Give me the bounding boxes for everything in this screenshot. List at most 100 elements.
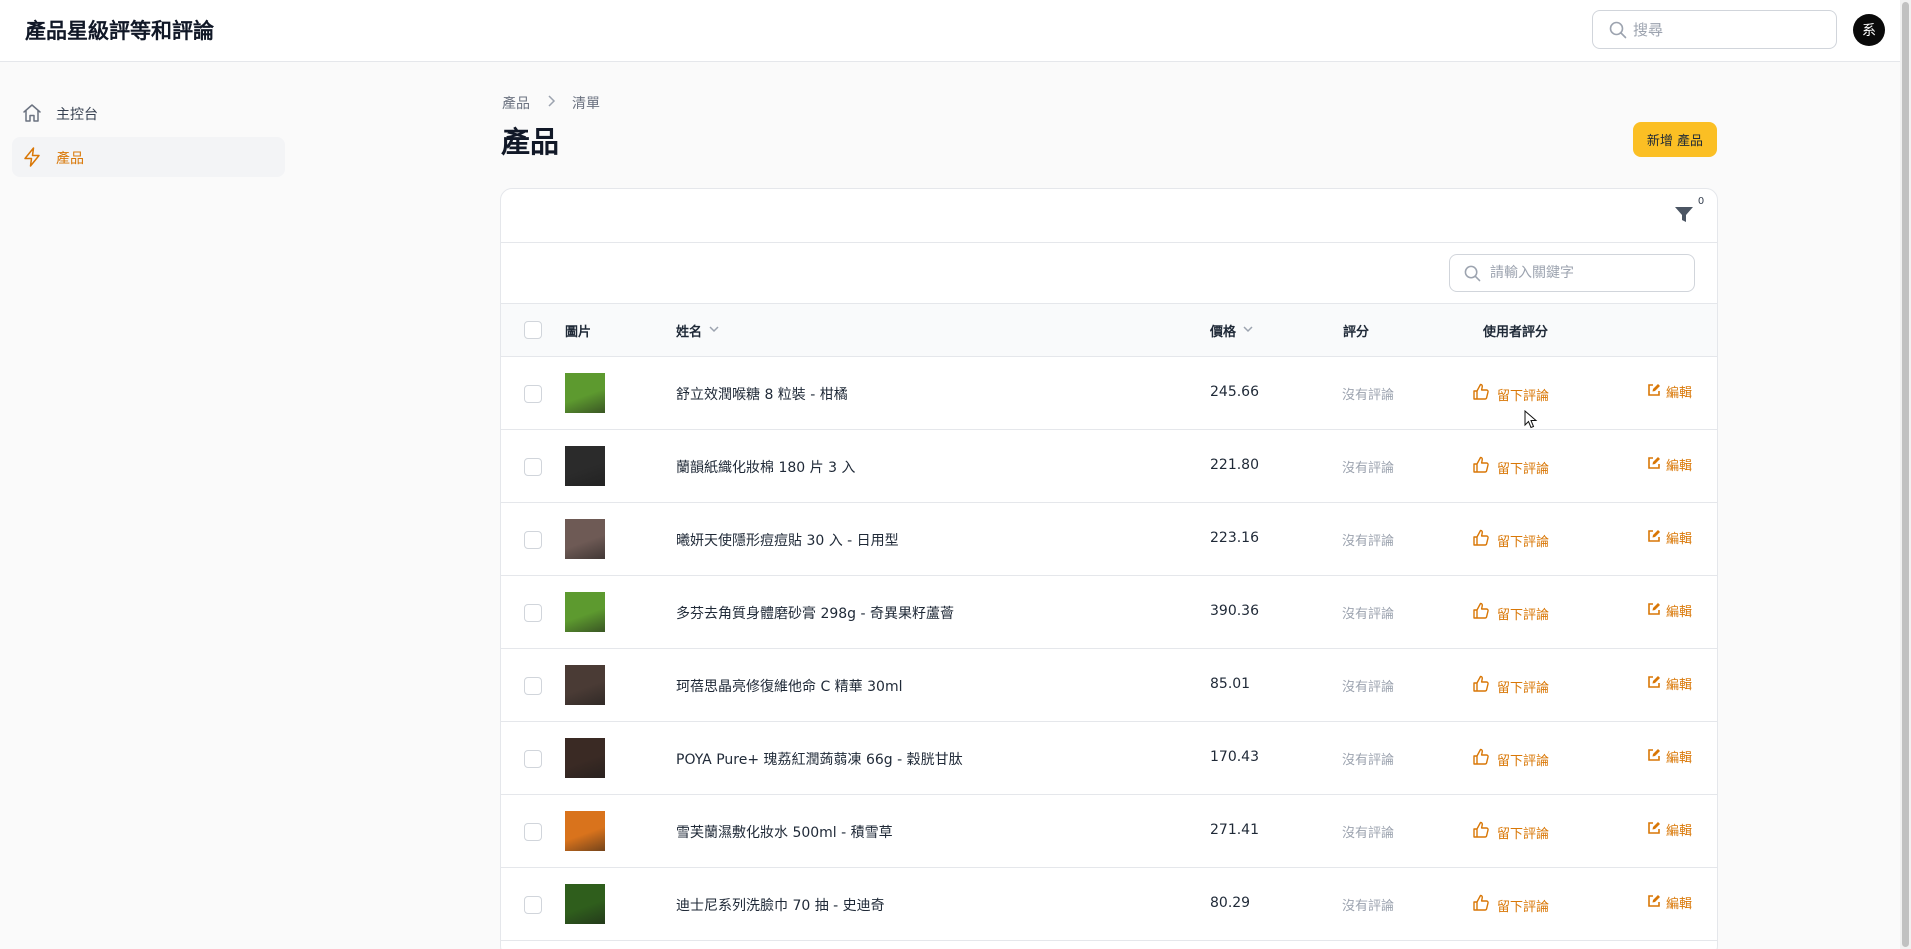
select-all-checkbox[interactable] — [524, 321, 542, 339]
product-rating: 沒有評論 — [1342, 388, 1395, 403]
table-row[interactable]: 珂蓓思晶亮修復維他命 C 精華 30ml 85.01 沒有評論 留下評論 編輯 — [501, 649, 1717, 722]
breadcrumb: 產品 清單 — [502, 93, 600, 113]
row-checkbox[interactable] — [524, 896, 542, 914]
edit-label: 編輯 — [1666, 751, 1693, 766]
column-header-label: 價格 — [1210, 325, 1237, 340]
new-product-button[interactable]: 新增 產品 — [1633, 122, 1717, 157]
edit-icon — [1647, 529, 1661, 547]
leave-review-label: 留下評論 — [1497, 607, 1550, 623]
column-header-label: 使用者評分 — [1483, 325, 1549, 340]
edit-button[interactable]: 編輯 — [1647, 528, 1692, 547]
row-checkbox[interactable] — [524, 823, 542, 841]
page-title: 產品 — [501, 125, 560, 159]
leave-review-button[interactable]: 留下評論 — [1471, 674, 1549, 698]
column-header-label: 姓名 — [676, 325, 703, 340]
leave-review-button[interactable]: 留下評論 — [1471, 382, 1549, 406]
leave-review-button[interactable]: 留下評論 — [1471, 455, 1549, 479]
breadcrumb-parent[interactable]: 產品 — [502, 93, 530, 113]
edit-button[interactable]: 編輯 — [1647, 601, 1692, 620]
product-name: 雪芙蘭濕敷化妝水 500ml - 積雪草 — [676, 825, 893, 841]
thumbs-up-icon — [1471, 674, 1491, 698]
sidebar-item-products[interactable]: 產品 — [12, 137, 285, 177]
product-image — [565, 592, 605, 632]
home-icon — [21, 102, 43, 128]
thumbs-up-icon — [1471, 747, 1491, 771]
table-row[interactable]: 多芬去角質身體磨砂膏 298g - 奇異果籽蘆薈 390.36 沒有評論 留下評… — [501, 576, 1717, 649]
edit-label: 編輯 — [1666, 386, 1693, 401]
breadcrumb-current: 清單 — [572, 96, 600, 112]
product-image — [565, 446, 605, 486]
table-row[interactable]: 迪士尼系列洗臉巾 70 抽 - 史迪奇 80.29 沒有評論 留下評論 編輯 — [501, 868, 1717, 941]
edit-button[interactable]: 編輯 — [1647, 747, 1692, 766]
table-row[interactable]: POYA Pure+ 瑰荔紅潤蒟蒻凍 66g - 穀胱甘肽 170.43 沒有評… — [501, 722, 1717, 795]
leave-review-label: 留下評論 — [1497, 753, 1550, 769]
row-checkbox[interactable] — [524, 677, 542, 695]
table-search-input[interactable] — [1490, 263, 1680, 283]
edit-icon — [1647, 675, 1661, 693]
page-scrollbar[interactable] — [1900, 0, 1911, 949]
leave-review-button[interactable]: 留下評論 — [1471, 528, 1549, 552]
edit-button[interactable]: 編輯 — [1647, 674, 1692, 693]
table-row[interactable]: 曦妍天使隱形痘痘貼 30 入 - 日用型 223.16 沒有評論 留下評論 編輯 — [501, 503, 1717, 576]
edit-button[interactable]: 編輯 — [1647, 893, 1692, 912]
app-title[interactable]: 產品星級評等和評論 — [25, 15, 214, 45]
product-image — [565, 373, 605, 413]
edit-icon — [1647, 456, 1661, 474]
product-rating: 沒有評論 — [1342, 899, 1395, 914]
global-search-box[interactable] — [1592, 10, 1837, 49]
leave-review-label: 留下評論 — [1497, 826, 1550, 842]
column-header-image: 圖片 — [565, 321, 591, 340]
product-rating: 沒有評論 — [1342, 753, 1395, 768]
table-header: 圖片 姓名 價格 評分 使用者評分 — [501, 304, 1717, 357]
product-name: 舒立效潤喉糖 8 粒裝 - 柑橘 — [676, 387, 848, 403]
column-header-label: 圖片 — [565, 325, 592, 340]
product-price: 271.41 — [1210, 822, 1259, 838]
row-checkbox[interactable] — [524, 750, 542, 768]
product-rating: 沒有評論 — [1342, 680, 1395, 695]
filter-count-badge: 0 — [1694, 195, 1708, 209]
leave-review-label: 留下評論 — [1497, 899, 1550, 915]
product-rating: 沒有評論 — [1342, 826, 1395, 841]
edit-label: 編輯 — [1666, 605, 1693, 620]
product-name: 蘭韻紙織化妝棉 180 片 3 入 — [676, 460, 856, 476]
top-bar: 產品星級評等和評論 系 — [0, 0, 1900, 62]
sidebar-item-dashboard[interactable]: 主控台 — [12, 93, 285, 133]
edit-icon — [1647, 894, 1661, 912]
edit-button[interactable]: 編輯 — [1647, 820, 1692, 839]
row-checkbox[interactable] — [524, 458, 542, 476]
edit-icon — [1647, 748, 1661, 766]
product-price: 223.16 — [1210, 530, 1259, 546]
search-icon — [1609, 21, 1627, 43]
table-row[interactable]: 雪芙蘭濕敷化妝水 500ml - 積雪草 271.41 沒有評論 留下評論 編輯 — [501, 795, 1717, 868]
chevron-down-icon — [1242, 323, 1254, 338]
products-table-card: 0 圖片 姓名 價格 評分 使用者評分 舒立效潤喉糖 8 粒裝 - 柑橘 245… — [500, 188, 1718, 949]
column-header-price[interactable]: 價格 — [1210, 321, 1254, 340]
product-image — [565, 811, 605, 851]
edit-button[interactable]: 編輯 — [1647, 455, 1692, 474]
global-search-input[interactable] — [1633, 19, 1823, 41]
scrollbar-thumb[interactable] — [1902, 2, 1909, 947]
leave-review-button[interactable]: 留下評論 — [1471, 601, 1549, 625]
product-image — [565, 519, 605, 559]
column-header-rating: 評分 — [1343, 321, 1369, 340]
leave-review-button[interactable]: 留下評論 — [1471, 893, 1549, 917]
row-checkbox[interactable] — [524, 604, 542, 622]
leave-review-button[interactable]: 留下評論 — [1471, 820, 1549, 844]
column-header-name[interactable]: 姓名 — [676, 321, 720, 340]
product-name: 曦妍天使隱形痘痘貼 30 入 - 日用型 — [676, 533, 899, 549]
table-search-box[interactable] — [1449, 254, 1695, 292]
row-checkbox[interactable] — [524, 385, 542, 403]
product-name: 多芬去角質身體磨砂膏 298g - 奇異果籽蘆薈 — [676, 606, 955, 622]
edit-label: 編輯 — [1666, 897, 1693, 912]
edit-icon — [1647, 383, 1661, 401]
product-image — [565, 738, 605, 778]
column-header-user-rating: 使用者評分 — [1483, 321, 1548, 340]
table-row[interactable]: 蘭韻紙織化妝棉 180 片 3 入 221.80 沒有評論 留下評論 編輯 — [501, 430, 1717, 503]
user-avatar[interactable]: 系 — [1853, 14, 1885, 46]
thumbs-up-icon — [1471, 455, 1491, 479]
leave-review-button[interactable]: 留下評論 — [1471, 747, 1549, 771]
row-checkbox[interactable] — [524, 531, 542, 549]
product-price: 80.29 — [1210, 895, 1251, 911]
product-name: POYA Pure+ 瑰荔紅潤蒟蒻凍 66g - 穀胱甘肽 — [676, 752, 963, 768]
edit-button[interactable]: 編輯 — [1647, 382, 1692, 401]
